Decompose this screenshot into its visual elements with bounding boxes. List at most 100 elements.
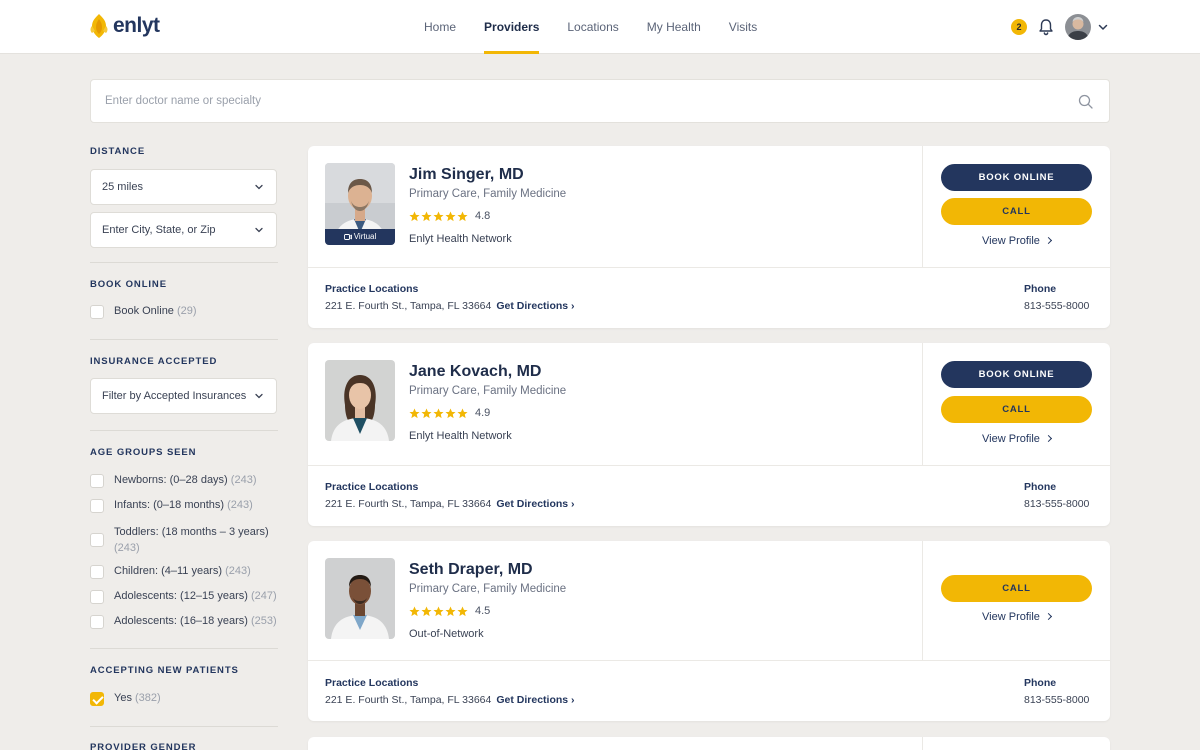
age-group-label: Adolescents: (16–18 years) (253) [114, 615, 277, 627]
star-icon [421, 407, 432, 418]
provider-photo[interactable] [325, 360, 395, 441]
enlyt-logo-icon [90, 14, 108, 38]
provider-photo[interactable] [325, 558, 395, 639]
phone-number[interactable]: 813-555-8000 [1024, 694, 1089, 706]
get-directions-link[interactable]: Get Directions › [496, 498, 574, 510]
age-group-row[interactable]: Adolescents: (12–15 years) (247) [90, 590, 278, 604]
practice-address: 221 E. Fourth St., Tampa, FL 33664 Get Di… [325, 300, 575, 312]
star-icon [421, 605, 432, 616]
provider-photo[interactable]: Virtual [325, 163, 395, 245]
provider-gender-title: PROVIDER GENDER [90, 742, 197, 750]
distance-select[interactable]: 25 miles [90, 169, 277, 205]
card-divider [308, 465, 1110, 466]
chevron-down-icon [255, 393, 263, 399]
practice-locations-title: Practice Locations [325, 677, 419, 689]
virtual-visit-badge: Virtual [325, 229, 395, 245]
nav-my-health[interactable]: My Health [647, 0, 701, 54]
provider-network: Enlyt Health Network [409, 233, 512, 245]
view-profile-link[interactable]: View Profile [941, 611, 1092, 623]
accepting-new-patients-row[interactable]: Yes (382) [90, 692, 278, 706]
age-group-row[interactable]: Children: (4–11 years) (243) [90, 565, 278, 579]
location-placeholder: Enter City, State, or Zip [102, 224, 216, 236]
book-online-checkbox-row[interactable]: Book Online (29) [90, 305, 278, 319]
chevron-down-icon[interactable] [1097, 21, 1109, 33]
accepting-new-patients-checkbox[interactable] [90, 692, 104, 706]
star-icon [433, 407, 444, 418]
notification-count-badge[interactable]: 2 [1011, 19, 1027, 35]
call-button[interactable]: CALL [941, 198, 1092, 225]
age-group-row[interactable]: Infants: (0–18 months) (243) [90, 499, 278, 513]
provider-name[interactable]: Jim Singer, MD [409, 166, 524, 184]
nav-providers[interactable]: Providers [484, 0, 540, 54]
distance-value: 25 miles [102, 181, 143, 193]
provider-card: Jane Kovach, MD Primary Care, Family Med… [308, 343, 1110, 526]
nav-visits[interactable]: Visits [729, 0, 757, 54]
nav-locations[interactable]: Locations [567, 0, 618, 54]
provider-photo-image [325, 558, 395, 639]
provider-specialty: Primary Care, Family Medicine [409, 385, 567, 397]
section-divider [90, 726, 278, 727]
insurance-title: INSURANCE ACCEPTED [90, 356, 218, 367]
phone-label: Phone [1024, 677, 1057, 689]
phone-number[interactable]: 813-555-8000 [1024, 498, 1089, 510]
view-profile-link[interactable]: View Profile [941, 433, 1092, 445]
age-group-label: Infants: (0–18 months) (243) [114, 499, 253, 511]
call-button[interactable]: CALL [941, 575, 1092, 602]
get-directions-link[interactable]: Get Directions › [496, 300, 574, 312]
book-online-button[interactable]: BOOK ONLINE [941, 361, 1092, 388]
section-divider [90, 262, 278, 263]
chevron-right-icon [1044, 236, 1052, 245]
brand-logo[interactable]: enlyt [89, 13, 160, 39]
age-group-row[interactable]: Toddlers: (18 months – 3 years) (243) [90, 524, 278, 556]
star-icon [409, 407, 420, 418]
age-group-checkbox[interactable] [90, 565, 104, 579]
age-group-checkbox[interactable] [90, 533, 104, 547]
age-group-checkbox[interactable] [90, 499, 104, 513]
rating-value: 4.8 [475, 210, 491, 222]
practice-address: 221 E. Fourth St., Tampa, FL 33664 Get Di… [325, 694, 575, 706]
age-group-label: Toddlers: (18 months – 3 years) (243) [114, 526, 269, 554]
book-online-checkbox[interactable] [90, 305, 104, 319]
user-avatar-image [1065, 14, 1091, 40]
bell-icon[interactable] [1037, 18, 1055, 36]
search-input[interactable] [105, 80, 1055, 122]
provider-rating: 4.8 [409, 210, 490, 222]
search-icon[interactable] [1078, 94, 1093, 109]
age-group-label: Adolescents: (12–15 years) (247) [114, 590, 277, 602]
age-group-row[interactable]: Newborns: (0–28 days) (243) [90, 474, 278, 488]
get-directions-link[interactable]: Get Directions › [496, 694, 574, 706]
age-group-checkbox[interactable] [90, 615, 104, 629]
insurance-select[interactable]: Filter by Accepted Insurances [90, 378, 277, 414]
age-group-label: Children: (4–11 years) (243) [114, 565, 251, 577]
brand-name: enlyt [113, 14, 160, 37]
card-divider [308, 660, 1110, 661]
star-icon [433, 605, 444, 616]
main-nav: Home Providers Locations My Health Visit… [410, 0, 771, 54]
chevron-right-icon [1044, 434, 1052, 443]
location-select[interactable]: Enter City, State, or Zip [90, 212, 277, 248]
nav-home[interactable]: Home [424, 0, 456, 54]
accepting-new-patients-title: ACCEPTING NEW PATIENTS [90, 665, 239, 676]
video-camera-icon [343, 233, 352, 240]
top-nav-bar: enlyt Home Providers Locations My Health… [0, 0, 1200, 54]
card-divider [308, 267, 1110, 268]
chevron-down-icon [255, 184, 263, 190]
section-divider [90, 339, 278, 340]
call-button[interactable]: CALL [941, 396, 1092, 423]
provider-name[interactable]: Seth Draper, MD [409, 561, 533, 579]
age-group-label: Newborns: (0–28 days) (243) [114, 474, 257, 486]
book-online-button[interactable]: BOOK ONLINE [941, 164, 1092, 191]
phone-label: Phone [1024, 481, 1057, 493]
star-icon [409, 605, 420, 616]
age-group-checkbox[interactable] [90, 590, 104, 604]
book-online-label: Book Online (29) [114, 305, 197, 317]
provider-card: Seth Draper, MD Primary Care, Family Med… [308, 541, 1110, 721]
star-icon [445, 407, 456, 418]
age-group-row[interactable]: Adolescents: (16–18 years) (253) [90, 615, 278, 629]
view-profile-link[interactable]: View Profile [941, 235, 1092, 247]
user-avatar[interactable] [1065, 14, 1091, 40]
phone-number[interactable]: 813-555-8000 [1024, 300, 1089, 312]
age-group-checkbox[interactable] [90, 474, 104, 488]
provider-name[interactable]: Jane Kovach, MD [409, 363, 541, 381]
practice-address: 221 E. Fourth St., Tampa, FL 33664 Get Di… [325, 498, 575, 510]
